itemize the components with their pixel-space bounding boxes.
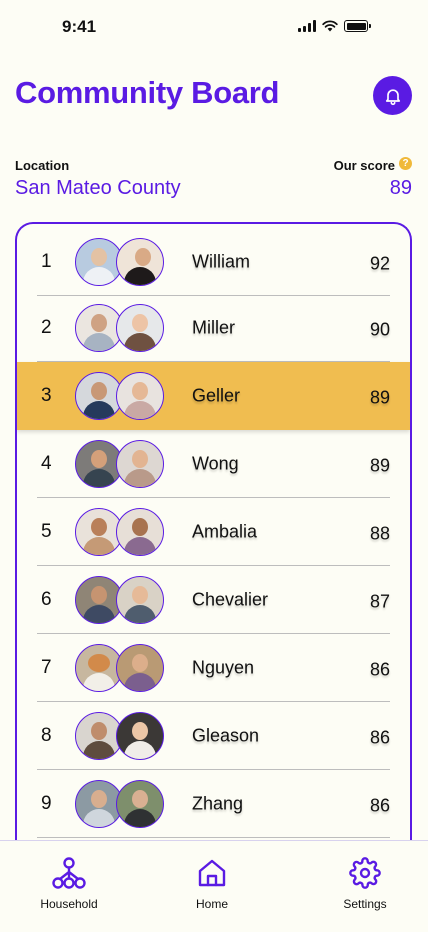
household-score: 87 xyxy=(369,591,390,612)
leaderboard-row[interactable]: 2 Miller 90 xyxy=(17,294,410,362)
household-name: Geller xyxy=(192,385,241,406)
household-score: 89 xyxy=(369,387,390,408)
household-avatars xyxy=(75,712,167,760)
leaderboard-row[interactable]: 1 William 92 xyxy=(17,228,410,296)
household-score: 89 xyxy=(369,455,390,476)
household-name: Chevalier xyxy=(192,589,269,610)
row-rank: 4 xyxy=(41,453,52,474)
household-name: Wong xyxy=(192,453,239,474)
row-rank: 8 xyxy=(41,725,52,746)
gear-icon xyxy=(349,857,381,889)
avatar xyxy=(116,644,164,692)
bell-icon xyxy=(385,88,400,105)
row-rank: 2 xyxy=(41,317,52,338)
nav-home-label: Home xyxy=(195,897,228,911)
household-icon xyxy=(52,857,86,889)
household-avatars xyxy=(75,372,167,420)
household-avatars xyxy=(75,440,167,488)
household-avatars xyxy=(75,780,167,828)
leaderboard-row[interactable]: 7 Nguyen 86 xyxy=(17,634,410,702)
leaderboard-row[interactable]: 5 Ambalia 88 xyxy=(17,498,410,566)
location-label: Location xyxy=(15,158,70,173)
household-score: 88 xyxy=(369,523,390,544)
household-avatars xyxy=(75,508,167,556)
row-rank: 5 xyxy=(41,521,52,542)
leaderboard-row-current[interactable]: 3 Geller 89 xyxy=(17,362,410,430)
household-name: Nguyen xyxy=(192,657,255,678)
wifi-icon xyxy=(322,20,338,32)
battery-icon xyxy=(344,20,371,32)
household-score: 90 xyxy=(369,319,390,340)
row-divider xyxy=(37,837,390,838)
household-name: Gleason xyxy=(192,725,260,746)
nav-settings[interactable]: Settings xyxy=(315,857,415,911)
leaderboard-row[interactable]: 8 Gleason 86 xyxy=(17,702,410,770)
our-score-value: 89 xyxy=(389,177,412,199)
leaderboard-row[interactable]: 9 Zhang 86 xyxy=(17,770,410,838)
leaderboard-row[interactable]: 6 Chevalier 87 xyxy=(17,566,410,634)
avatar xyxy=(116,780,164,828)
avatar xyxy=(116,712,164,760)
household-name: Ambalia xyxy=(192,521,258,542)
status-bar: 9:41 xyxy=(0,0,428,54)
page-title: Community Board xyxy=(15,75,280,110)
signal-icon xyxy=(298,20,316,32)
our-score-label: Our score xyxy=(333,158,395,173)
household-score: 86 xyxy=(369,795,390,816)
avatar xyxy=(116,304,164,352)
avatar xyxy=(116,576,164,624)
home-icon xyxy=(198,859,226,887)
help-icon[interactable]: ? xyxy=(399,157,412,170)
household-avatars xyxy=(75,644,167,692)
household-name: William xyxy=(192,251,250,272)
avatar xyxy=(116,372,164,420)
row-rank: 9 xyxy=(41,793,52,814)
row-rank: 1 xyxy=(41,251,52,272)
household-name: Miller xyxy=(192,317,235,338)
household-score: 86 xyxy=(369,659,390,680)
nav-household[interactable]: Household xyxy=(19,857,119,911)
row-rank: 6 xyxy=(41,589,52,610)
nav-home[interactable]: Home xyxy=(162,857,262,911)
household-score: 92 xyxy=(369,253,390,274)
household-avatars xyxy=(75,576,167,624)
bottom-nav: Household Home Settings xyxy=(0,840,428,932)
row-rank: 7 xyxy=(41,657,52,678)
location-value: San Mateo County xyxy=(15,177,181,199)
nav-settings-label: Settings xyxy=(343,897,387,911)
avatar xyxy=(116,238,164,286)
household-score: 86 xyxy=(369,727,390,748)
notifications-button[interactable] xyxy=(373,76,412,115)
avatar xyxy=(116,508,164,556)
household-name: Zhang xyxy=(192,793,244,814)
row-rank: 3 xyxy=(41,385,52,406)
status-icons xyxy=(298,20,371,32)
avatar xyxy=(116,440,164,488)
household-avatars xyxy=(75,238,167,286)
status-time: 9:41 xyxy=(62,17,97,36)
household-avatars xyxy=(75,304,167,352)
leaderboard-row[interactable]: 4 Wong 89 xyxy=(17,430,410,498)
leaderboard: 1 William 92 2 Miller 90 3 Geller 89 4 W… xyxy=(15,222,412,862)
nav-household-label: Household xyxy=(40,897,98,911)
